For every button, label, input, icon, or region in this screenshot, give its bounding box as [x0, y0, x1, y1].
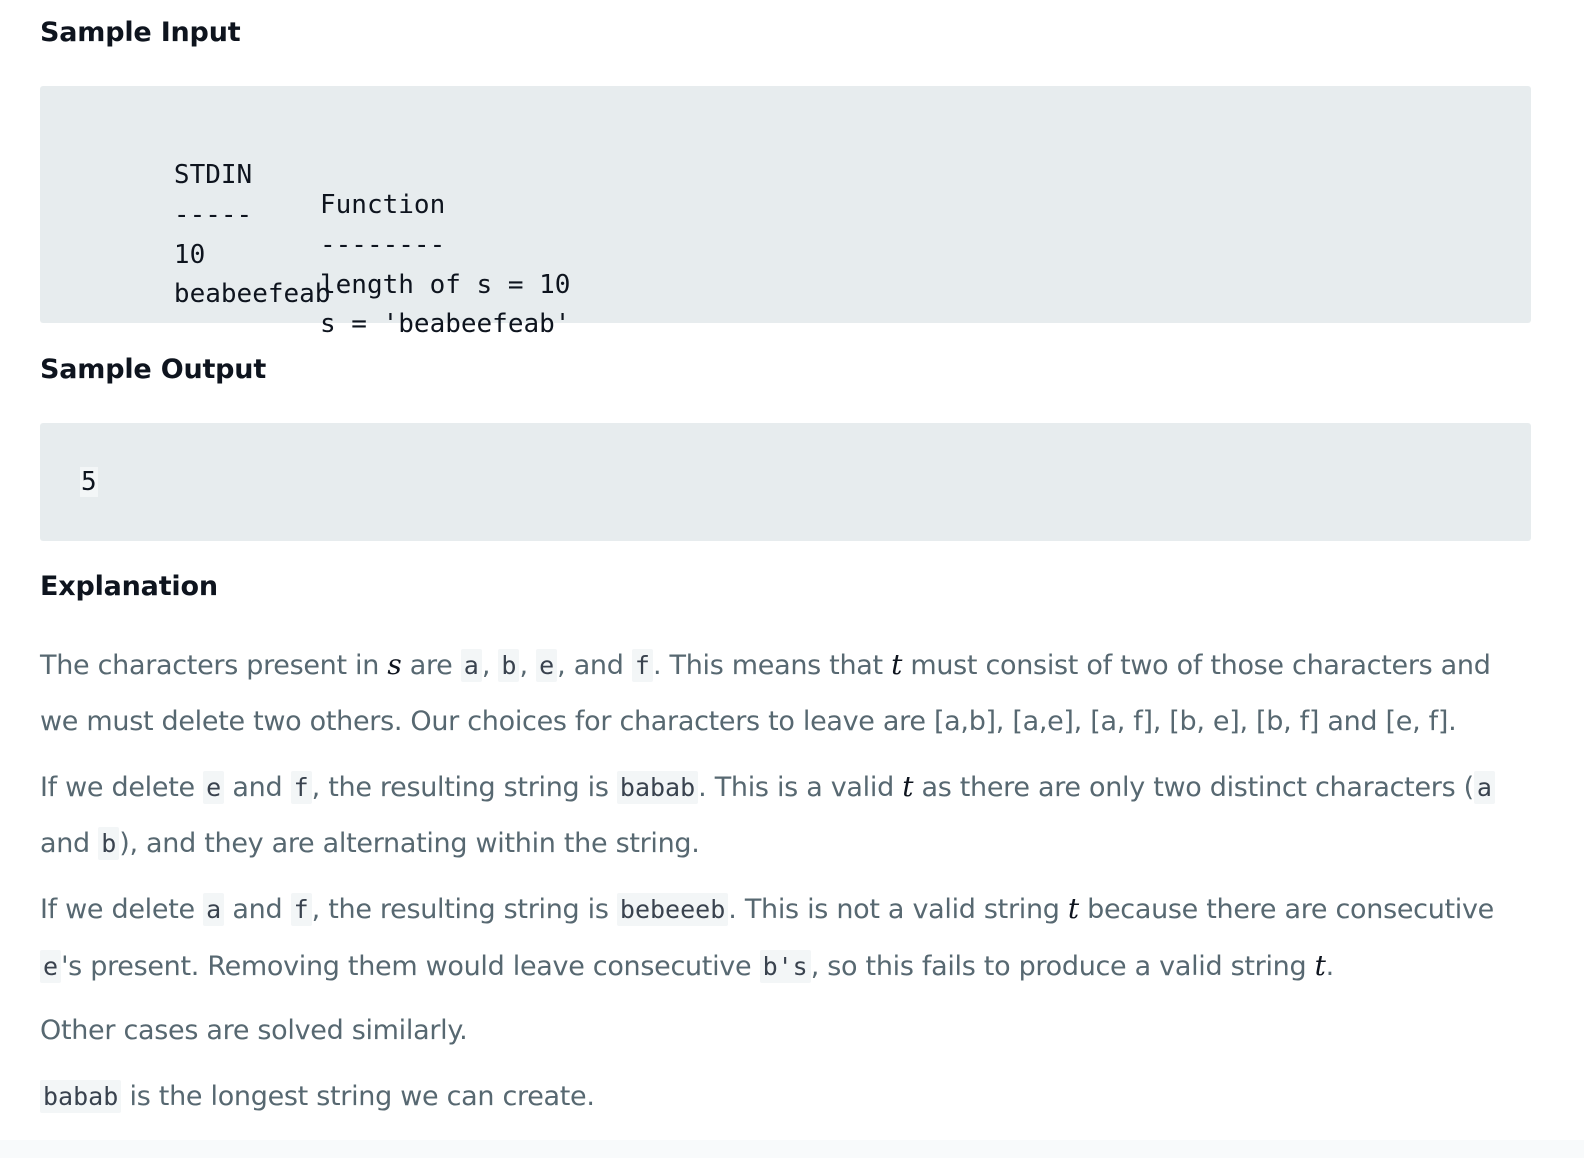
inline-code: f	[290, 893, 312, 926]
sample-output-value: 5	[80, 467, 98, 497]
stdin-value: beabeefeab	[173, 279, 331, 309]
inline-code: bebeeeb	[616, 893, 729, 926]
text-run: ,	[519, 650, 537, 681]
text-run: Other cases are solved similarly.	[40, 1015, 468, 1046]
inline-code: babab	[616, 771, 699, 804]
text-run: and	[40, 828, 99, 859]
function-divider: --------	[320, 230, 446, 260]
text-run: , the resulting string is	[311, 772, 617, 803]
inline-code: babab	[40, 1080, 122, 1113]
text-run: are	[401, 650, 461, 681]
sample-input-code-block: STDIN Function ----- -------- 10 length …	[40, 86, 1531, 339]
text-run: ,	[481, 650, 499, 681]
text-run: . This is a valid	[698, 772, 903, 803]
text-run: .	[1325, 951, 1335, 982]
text-run: and	[224, 772, 291, 803]
explanation-paragraph: Other cases are solved similarly.	[40, 1003, 1531, 1059]
sample-output-heading: Sample Output	[40, 354, 267, 385]
inline-code: a	[1473, 771, 1495, 804]
bottom-divider	[0, 1140, 1584, 1158]
explanation-paragraph: babab is the longest string we can creat…	[40, 1069, 1531, 1125]
text-run: If we delete	[40, 772, 204, 803]
sample-output-code-block: 5	[40, 423, 1531, 541]
explanation-paragraph: If we delete a and f, the resulting stri…	[40, 881, 1531, 995]
text-run: The characters present in	[40, 650, 388, 681]
text-run: because there are consecutive	[1078, 894, 1494, 925]
explanation-paragraph: If we delete e and f, the resulting stri…	[40, 759, 1531, 872]
math-variable: t	[891, 648, 903, 681]
code-line-row: beabeefeab s = 'beabeefeab'	[80, 249, 571, 369]
function-header: Function	[320, 190, 446, 220]
explanation-heading: Explanation	[40, 571, 218, 602]
text-run: as there are only two distinct character…	[913, 772, 1474, 803]
inline-code: b	[98, 827, 120, 860]
text-run: . This means that	[652, 650, 892, 681]
sample-input-heading: Sample Input	[40, 17, 241, 48]
math-variable: t	[1314, 949, 1326, 982]
inline-code: e	[536, 649, 558, 682]
text-run: ), and they are alternating within the s…	[119, 828, 700, 859]
inline-code: a	[203, 893, 225, 926]
inline-code: f	[290, 771, 312, 804]
text-run: , and	[557, 650, 632, 681]
inline-code: a	[460, 649, 482, 682]
text-run: . This is not a valid string	[728, 894, 1068, 925]
inline-code: e	[40, 950, 62, 983]
math-variable: s	[387, 648, 402, 681]
inline-code: e	[203, 771, 225, 804]
inline-code: f	[631, 649, 653, 682]
text-run: , the resulting string is	[311, 894, 617, 925]
text-run: is the longest string we can create.	[121, 1081, 595, 1112]
inline-code: b	[498, 649, 520, 682]
math-variable: t	[902, 770, 914, 803]
inline-code: b's	[759, 950, 811, 983]
text-run: and	[224, 894, 291, 925]
text-run: 's present. Removing them would leave co…	[61, 951, 760, 982]
text-run: , so this fails to produce a valid strin…	[810, 951, 1315, 982]
text-run: If we delete	[40, 894, 204, 925]
explanation-paragraph: The characters present in s are a, b, e,…	[40, 637, 1531, 750]
function-value: s = 'beabeefeab'	[320, 309, 571, 339]
function-value: length of s = 10	[320, 270, 571, 300]
math-variable: t	[1067, 892, 1079, 925]
